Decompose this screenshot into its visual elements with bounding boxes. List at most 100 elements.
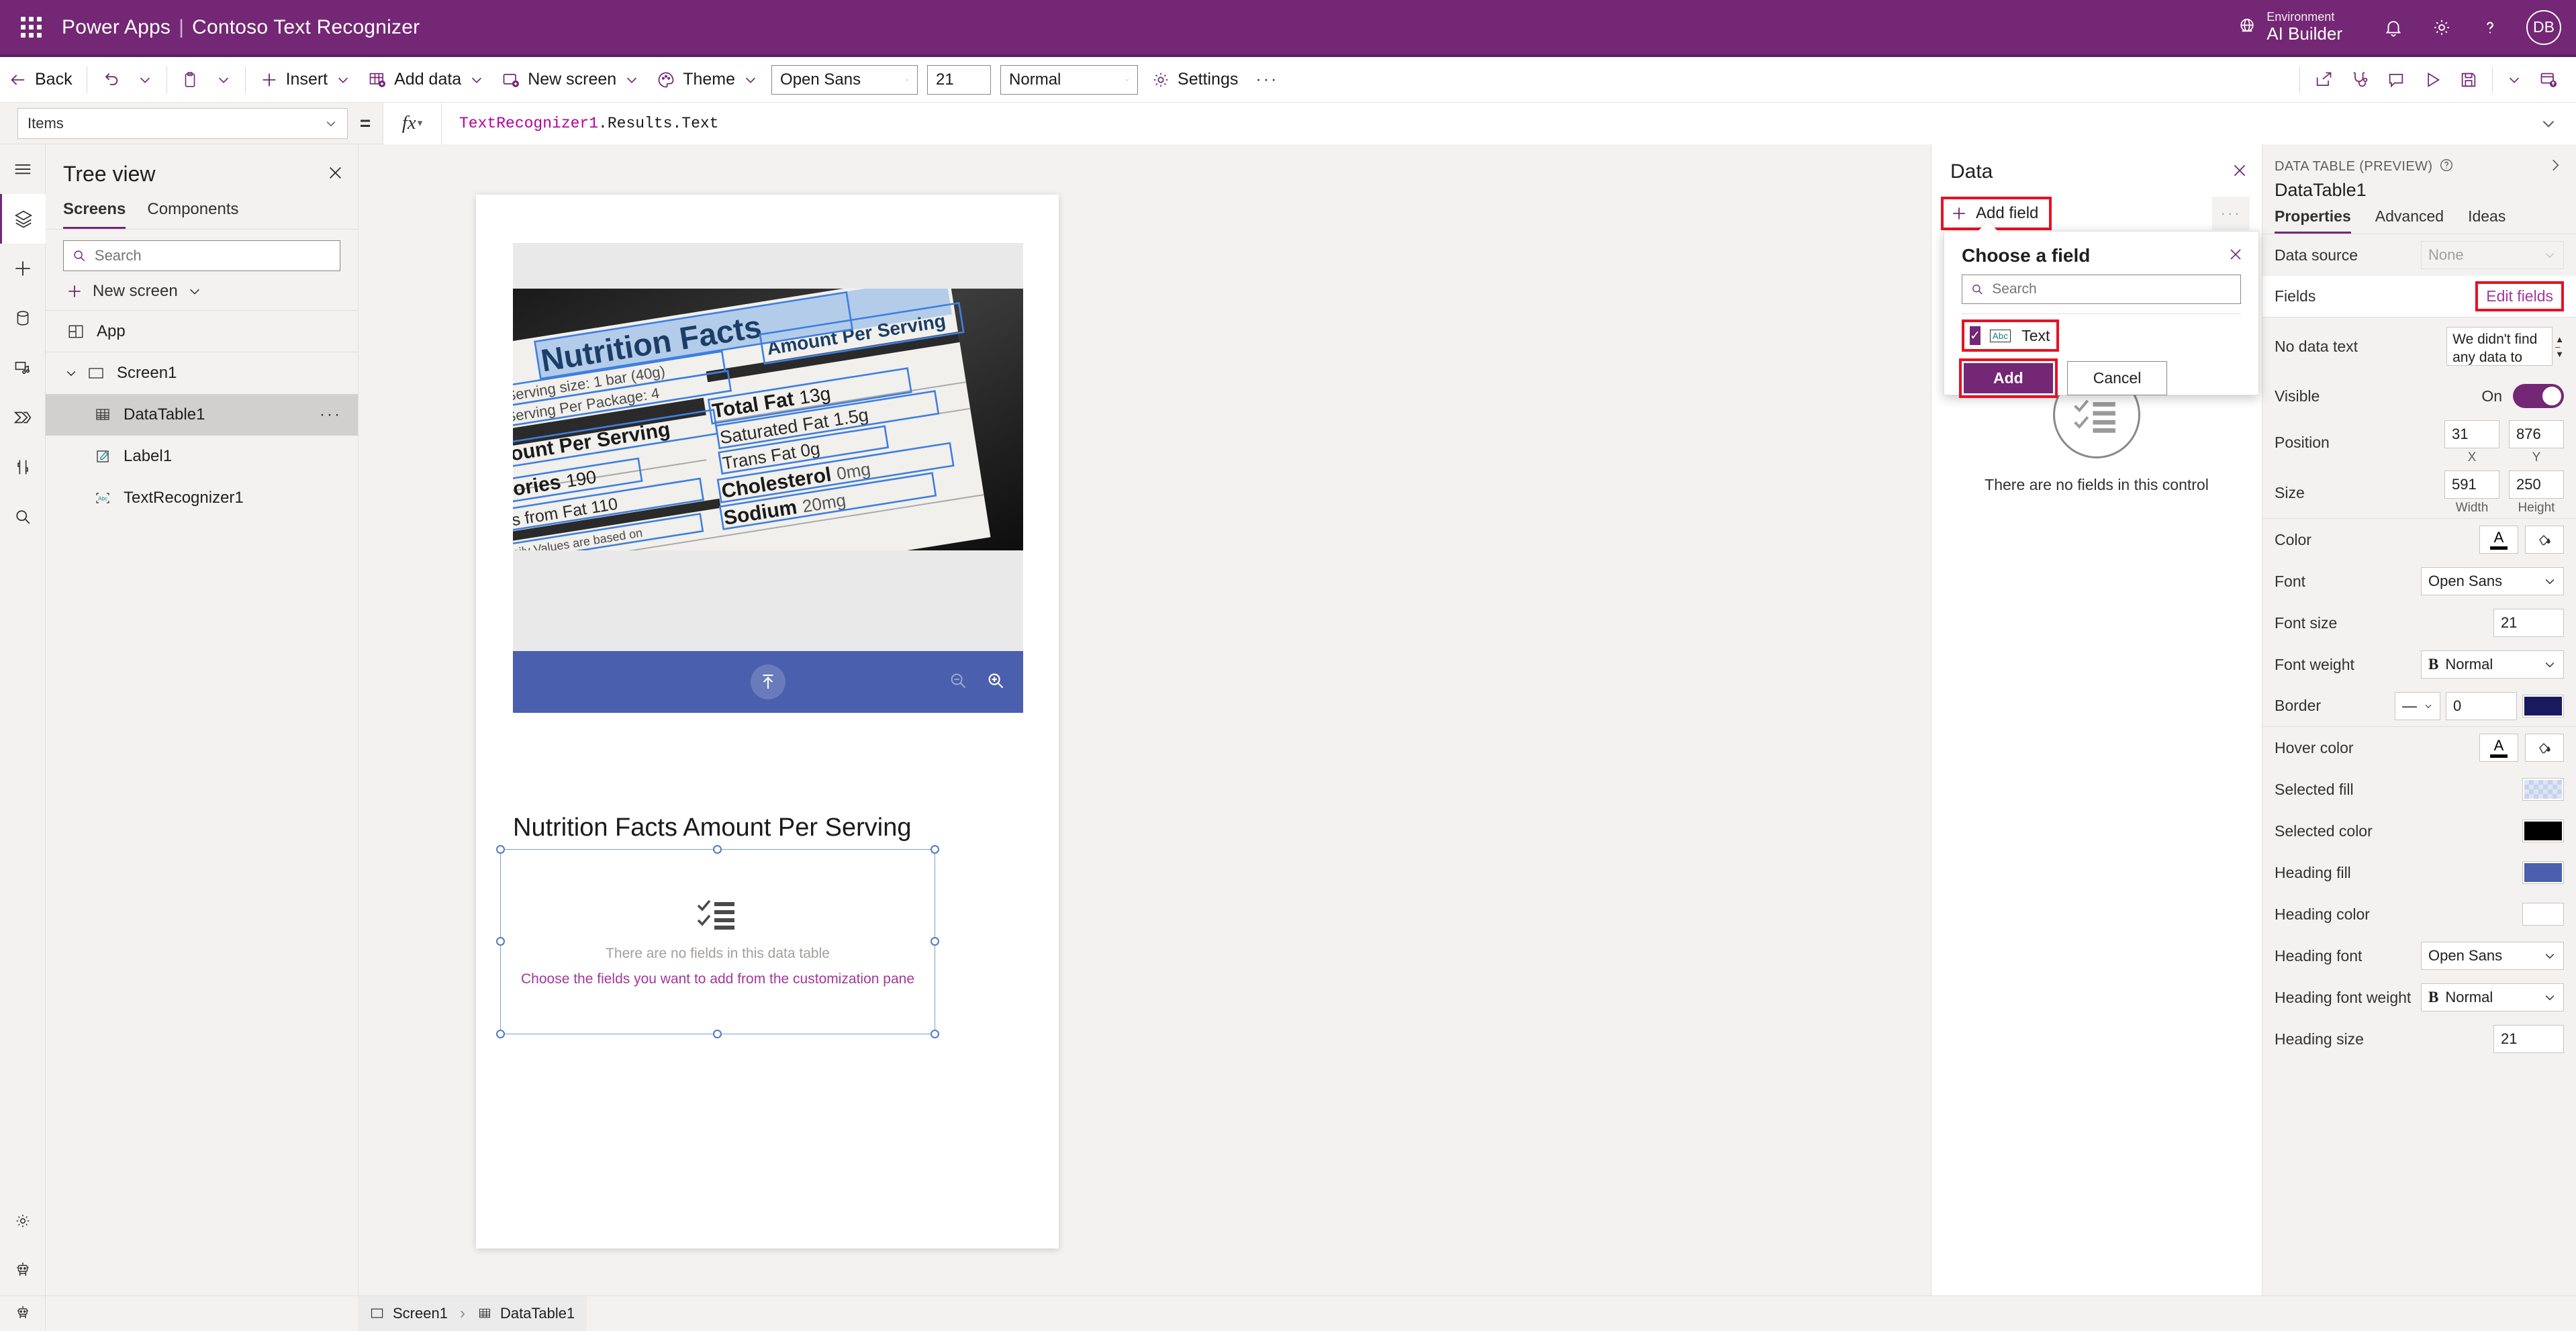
field-search-box[interactable]: [1962, 275, 2241, 304]
upload-arrow-icon[interactable]: [751, 664, 785, 699]
settings-gear-icon[interactable]: [0, 1196, 46, 1246]
overflow-button[interactable]: ···: [1247, 57, 1287, 102]
power-automate-icon[interactable]: [0, 393, 46, 442]
insert-plus-icon[interactable]: [0, 244, 46, 293]
media-icon[interactable]: [0, 343, 46, 393]
help-circle-icon[interactable]: [2439, 158, 2454, 176]
no-data-text-input[interactable]: We didn't find any data to show at this: [2446, 327, 2553, 366]
preview-button[interactable]: [2414, 70, 2450, 89]
hover-fill-color-button[interactable]: [2525, 734, 2564, 762]
tab-properties[interactable]: Properties: [2275, 207, 2351, 234]
data-table-empty-secondary[interactable]: Choose the fields you want to add from t…: [521, 971, 914, 987]
paste-dropdown[interactable]: [207, 57, 240, 102]
resize-handle-nw[interactable]: [496, 845, 505, 854]
zoom-in-icon[interactable]: [986, 671, 1006, 694]
comments-button[interactable]: [2378, 70, 2414, 89]
heading-font-weight-select[interactable]: B Normal: [2421, 983, 2564, 1012]
selected-color-swatch[interactable]: [2522, 820, 2564, 842]
data-source-select[interactable]: None: [2421, 241, 2564, 269]
position-x-input[interactable]: 31: [2444, 420, 2499, 448]
heading-size-input[interactable]: 21: [2493, 1025, 2564, 1053]
size-height-input[interactable]: 250: [2509, 471, 2564, 499]
tab-ideas[interactable]: Ideas: [2468, 207, 2506, 234]
add-field-button[interactable]: Add field: [1941, 197, 2052, 230]
new-screen-button[interactable]: New screen: [493, 57, 648, 102]
tree-node-textrecognizer1[interactable]: Abc TextRecognizer1: [46, 477, 358, 519]
share-button[interactable]: [2305, 70, 2342, 89]
chevron-right-icon[interactable]: [2546, 156, 2564, 177]
fx-button[interactable]: fx ▾: [383, 102, 442, 144]
back-button[interactable]: Back: [0, 57, 81, 102]
data-panel-more-button[interactable]: ···: [2212, 197, 2250, 230]
resize-handle-sw[interactable]: [496, 1030, 505, 1038]
screen-preview[interactable]: Nutrition Facts Amount Per Serving Servi…: [476, 195, 1059, 1248]
data-cylinder-icon[interactable]: [0, 293, 46, 343]
breadcrumb-item-screen1[interactable]: Screen1: [358, 1296, 460, 1331]
add-button[interactable]: Add: [1964, 363, 2053, 393]
font-select[interactable]: Open Sans: [2421, 567, 2564, 595]
text-recognizer-control[interactable]: Nutrition Facts Amount Per Serving Servi…: [513, 243, 1023, 713]
close-icon[interactable]: [2228, 246, 2244, 265]
text-color-button[interactable]: A: [2479, 526, 2518, 554]
variables-icon[interactable]: [0, 442, 46, 492]
fill-color-button[interactable]: [2525, 526, 2564, 554]
border-style-select[interactable]: —: [2395, 691, 2440, 720]
avatar[interactable]: DB: [2526, 9, 2561, 45]
property-select[interactable]: Items: [17, 107, 348, 139]
help-question-icon[interactable]: [2466, 0, 2514, 56]
app-launcher-icon[interactable]: [12, 17, 50, 38]
hover-text-color-button[interactable]: A: [2479, 734, 2518, 762]
font-weight-select[interactable]: Normal: [1000, 64, 1139, 95]
resize-handle-n[interactable]: [713, 845, 722, 854]
theme-button[interactable]: Theme: [648, 57, 767, 102]
undo-dropdown[interactable]: [129, 57, 161, 102]
tree-node-label1[interactable]: Label1: [46, 436, 358, 477]
tree-node-more-button[interactable]: ···: [320, 405, 342, 424]
formula-input[interactable]: TextRecognizer1 .Results.Text: [442, 102, 2521, 144]
formula-expand-toggle[interactable]: [2521, 102, 2576, 144]
ai-builder-robot-icon[interactable]: [0, 1246, 46, 1295]
new-screen-button[interactable]: New screen: [46, 271, 358, 311]
selected-fill-swatch[interactable]: [2522, 778, 2564, 801]
paste-button[interactable]: [173, 57, 207, 102]
heading-fill-swatch[interactable]: [2522, 861, 2564, 884]
resize-handle-se[interactable]: [931, 1030, 939, 1038]
publish-button[interactable]: [2530, 70, 2567, 89]
close-icon[interactable]: [326, 164, 344, 185]
insert-button[interactable]: Insert: [251, 57, 360, 102]
breadcrumb-item-datatable1[interactable]: DataTable1: [465, 1296, 587, 1331]
chevron-down-icon[interactable]: [64, 366, 82, 380]
cancel-button[interactable]: Cancel: [2066, 361, 2168, 395]
field-option-text[interactable]: ✓ Abc Text: [1962, 319, 2059, 352]
field-checkbox[interactable]: ✓: [1970, 326, 1981, 345]
settings-gear-icon[interactable]: [2418, 0, 2466, 56]
notification-bell-icon[interactable]: [2369, 0, 2418, 56]
save-button[interactable]: [2450, 70, 2487, 89]
app-canvas[interactable]: Nutrition Facts Amount Per Serving Servi…: [359, 144, 1931, 1295]
tree-node-datatable1[interactable]: DataTable1 ···: [46, 394, 358, 436]
data-table-control[interactable]: There are no fields in this data table C…: [496, 845, 939, 1038]
no-data-text-spinner[interactable]: ▲ – ▼: [2555, 335, 2564, 358]
tab-components[interactable]: Components: [147, 192, 238, 229]
tab-advanced[interactable]: Advanced: [2375, 207, 2444, 234]
edit-fields-link[interactable]: Edit fields: [2475, 281, 2564, 311]
hamburger-menu-icon[interactable]: [0, 144, 46, 194]
app-checker-button[interactable]: [2342, 70, 2378, 89]
environment-picker[interactable]: Environment AI Builder: [2237, 10, 2342, 44]
resize-handle-ne[interactable]: [931, 845, 939, 854]
visible-toggle[interactable]: [2513, 384, 2564, 408]
font-size-input[interactable]: 21: [927, 64, 992, 95]
settings-button[interactable]: Settings: [1143, 57, 1247, 102]
save-dropdown[interactable]: [2498, 72, 2530, 87]
tab-screens[interactable]: Screens: [63, 192, 126, 229]
size-width-input[interactable]: 591: [2444, 471, 2499, 499]
ai-builder-robot-icon[interactable]: [0, 1295, 46, 1331]
resize-handle-e[interactable]: [931, 937, 939, 946]
tree-search-box[interactable]: [63, 240, 340, 271]
position-y-input[interactable]: 876: [2509, 420, 2564, 448]
tree-view-layers-icon[interactable]: [0, 194, 46, 244]
font-size-input[interactable]: 21: [2493, 609, 2564, 637]
label-control[interactable]: Nutrition Facts Amount Per Serving: [513, 814, 1023, 842]
font-family-select[interactable]: Open Sans: [771, 64, 918, 95]
font-weight-select[interactable]: B Normal: [2421, 650, 2564, 679]
